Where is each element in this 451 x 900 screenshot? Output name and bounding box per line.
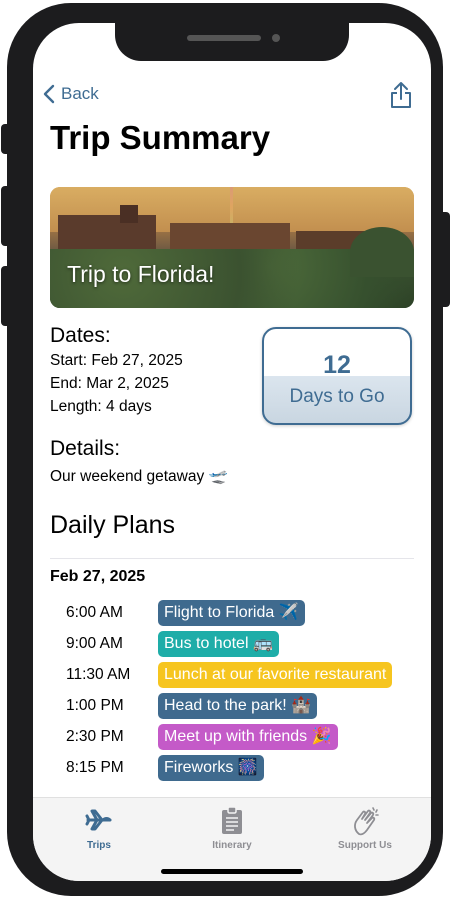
- back-button[interactable]: Back: [43, 81, 99, 107]
- clipboard-icon: [222, 806, 242, 834]
- trip-hero-image: Trip to Florida!: [50, 187, 414, 308]
- daily-plans-heading: Daily Plans: [50, 511, 176, 539]
- plan-tag[interactable]: Fireworks 🎆: [158, 755, 264, 781]
- speaker: [187, 35, 261, 41]
- home-indicator: [161, 869, 303, 874]
- hero-caption: Trip to Florida!: [67, 261, 215, 287]
- share-icon[interactable]: [389, 81, 413, 109]
- plan-time: 11:30 AM: [66, 666, 131, 683]
- page-title: Trip Summary: [50, 119, 271, 156]
- plan-tag[interactable]: Head to the park! 🏰: [158, 693, 318, 719]
- tab-support-us-label: Support Us: [338, 840, 392, 851]
- plan-row: 6:00 AM Flight to Florida ✈️: [33, 600, 431, 626]
- days-count: 12: [323, 351, 351, 379]
- plan-time: 8:15 PM: [66, 759, 124, 776]
- plan-tag[interactable]: Meet up with friends 🎉: [158, 724, 338, 750]
- trip-length: Length: 4 days: [50, 398, 152, 415]
- mute-switch: [1, 124, 9, 154]
- plan-row: 1:00 PM Head to the park! 🏰: [33, 693, 431, 719]
- camera: [272, 34, 280, 42]
- plan-row: 2:30 PM Meet up with friends 🎉: [33, 724, 431, 750]
- details-text: Our weekend getaway 🛫: [50, 468, 228, 485]
- back-label: Back: [61, 84, 99, 103]
- volume-down-button: [1, 266, 9, 326]
- plan-tag[interactable]: Lunch at our favorite restaurant: [158, 662, 393, 688]
- chevron-left-icon: [43, 84, 55, 104]
- airplane-icon: [85, 809, 112, 831]
- volume-up-button: [1, 186, 9, 246]
- clapping-hands-icon: [354, 807, 379, 836]
- divider: [50, 558, 414, 559]
- details-heading: Details:: [50, 437, 121, 460]
- start-date: Start: Feb 27, 2025: [50, 352, 183, 369]
- tab-itinerary-label: Itinerary: [212, 840, 252, 851]
- plan-time: 9:00 AM: [66, 635, 123, 652]
- power-button: [441, 212, 450, 307]
- phone-frame: Back Trip Summary Trip to Florida! Dates…: [7, 3, 443, 896]
- countdown-card[interactable]: 12 Days to Go: [262, 327, 412, 425]
- tab-support-us[interactable]: Support Us: [299, 804, 431, 854]
- tab-trips[interactable]: Trips: [33, 804, 165, 854]
- plan-row: 9:00 AM Bus to hotel 🚌: [33, 631, 431, 657]
- end-date: End: Mar 2, 2025: [50, 375, 169, 392]
- notch: [115, 23, 349, 61]
- days-label: Days to Go: [289, 386, 385, 407]
- tab-trips-label: Trips: [87, 840, 111, 851]
- plan-row: 8:15 PM Fireworks 🎆: [33, 755, 431, 781]
- plan-tag[interactable]: Flight to Florida ✈️: [158, 600, 305, 626]
- plan-tag[interactable]: Bus to hotel 🚌: [158, 631, 279, 657]
- day-date: Feb 27, 2025: [50, 568, 146, 585]
- tab-itinerary[interactable]: Itinerary: [166, 804, 298, 854]
- plan-row: 11:30 AM Lunch at our favorite restaurant: [33, 662, 431, 688]
- dates-heading: Dates:: [50, 324, 111, 347]
- plan-time: 1:00 PM: [66, 697, 124, 714]
- screen: Back Trip Summary Trip to Florida! Dates…: [33, 23, 431, 881]
- plan-time: 6:00 AM: [66, 604, 123, 621]
- plan-time: 2:30 PM: [66, 728, 124, 745]
